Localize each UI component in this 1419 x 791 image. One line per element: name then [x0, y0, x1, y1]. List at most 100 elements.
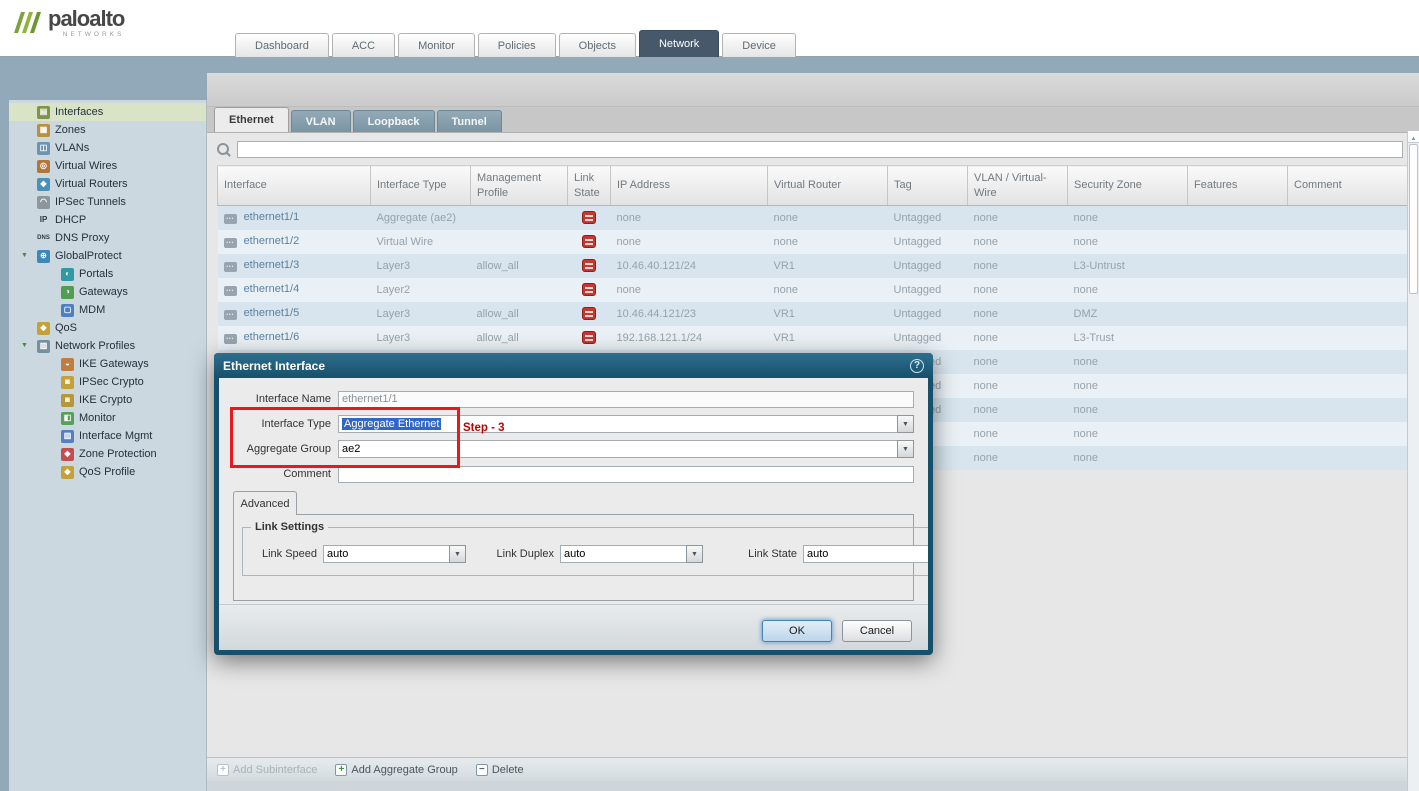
cancel-button[interactable]: Cancel [842, 620, 912, 642]
table-action-button[interactable]: + Add Aggregate Group [335, 764, 457, 776]
sidebar-item[interactable]: ▼ ◫ VLANs [9, 139, 206, 157]
table-row[interactable]: ethernet1/6 Layer3 allow_all 192.168.121… [218, 326, 1408, 350]
sidebar-item[interactable]: ▼ ▤ Interfaces [9, 103, 206, 121]
cell-comment [1288, 326, 1408, 350]
column-header[interactable]: Tag [888, 166, 968, 206]
interface-name-link[interactable]: ethernet1/6 [244, 331, 300, 343]
table-row[interactable]: ethernet1/3 Layer3 allow_all 10.46.40.12… [218, 254, 1408, 278]
interface-name-link[interactable]: ethernet1/2 [244, 235, 300, 247]
subtab[interactable]: Loopback [353, 110, 435, 132]
cell-vlan: none [968, 206, 1068, 230]
column-header[interactable]: IP Address [611, 166, 768, 206]
paloalto-logo[interactable]: paloalto NETWORKS [12, 8, 124, 38]
main-tab[interactable]: Monitor [398, 33, 475, 57]
column-header[interactable]: Interface Type [371, 166, 471, 206]
sidebar-item[interactable]: ▼ ⊕ GlobalProtect [9, 247, 206, 265]
sidebar-item[interactable]: ▼ ◈ Zone Protection [9, 445, 206, 463]
sidebar-item[interactable]: ▼ ◧ Monitor [9, 409, 206, 427]
link-down-icon[interactable] [582, 307, 596, 320]
link-speed-dropdown[interactable]: auto [323, 545, 466, 563]
cell-tag: Untagged [888, 206, 968, 230]
comment-label: Comment [219, 468, 331, 480]
sidebar-item[interactable]: ▼ ▢ MDM [9, 301, 206, 319]
sidebar-item[interactable]: ▼ DNS DNS Proxy [9, 229, 206, 247]
chevron-down-icon[interactable] [897, 415, 914, 433]
sidebar-item[interactable]: ▼ ◑ Gateways [9, 283, 206, 301]
scroll-up-arrow-icon[interactable] [1408, 131, 1419, 143]
table-row[interactable]: ethernet1/2 Virtual Wire none none Untag… [218, 230, 1408, 254]
sidebar-item[interactable]: ▼ ◐ Portals [9, 265, 206, 283]
brand-name: paloalto [48, 8, 124, 30]
column-header[interactable]: Interface [218, 166, 371, 206]
column-header[interactable]: Virtual Router [768, 166, 888, 206]
column-header[interactable]: Features [1188, 166, 1288, 206]
link-state-dropdown[interactable]: auto [803, 545, 928, 563]
link-down-icon[interactable] [582, 235, 596, 248]
chevron-down-icon[interactable] [686, 545, 703, 563]
interface-name-link[interactable]: ethernet1/5 [244, 307, 300, 319]
cell-vlan: none [968, 278, 1068, 302]
subtab[interactable]: Tunnel [437, 110, 502, 132]
search-input[interactable] [237, 141, 1403, 158]
interface-name-field[interactable] [338, 391, 914, 408]
main-tab[interactable]: Objects [559, 33, 636, 57]
monitor-icon: ◧ [61, 412, 74, 425]
vertical-scrollbar[interactable] [1407, 131, 1419, 791]
column-header[interactable]: Management Profile [471, 166, 568, 206]
sidebar-item[interactable]: ▼ ◒ IKE Gateways [9, 355, 206, 373]
column-header[interactable]: Security Zone [1068, 166, 1188, 206]
help-icon[interactable]: ? [910, 359, 924, 373]
aggregate-group-dropdown[interactable]: ae2 [338, 440, 914, 458]
main-tab[interactable]: Policies [478, 33, 556, 57]
sidebar-item[interactable]: ▼ ◙ IKE Crypto [9, 391, 206, 409]
link-duplex-dropdown[interactable]: auto [560, 545, 703, 563]
tab-advanced[interactable]: Advanced [233, 491, 297, 515]
interface-name-link[interactable]: ethernet1/4 [244, 283, 300, 295]
link-settings-legend: Link Settings [251, 521, 328, 533]
table-row[interactable]: ethernet1/5 Layer3 allow_all 10.46.44.12… [218, 302, 1408, 326]
expander-arrow-icon[interactable]: ▼ [21, 342, 28, 349]
sidebar-item[interactable]: ▼ ▦ Zones [9, 121, 206, 139]
link-down-icon[interactable] [582, 283, 596, 296]
sidebar-item[interactable]: ▼ ▥ Interface Mgmt [9, 427, 206, 445]
main-tab[interactable]: Dashboard [235, 33, 329, 57]
table-row[interactable]: ethernet1/4 Layer2 none none Untagged no… [218, 278, 1408, 302]
sidebar-item[interactable]: ▼ ◆ QoS Profile [9, 463, 206, 481]
dialog-title-bar[interactable]: Ethernet Interface ? [214, 353, 933, 378]
sidebar-item[interactable]: ▼ ◎ Virtual Wires [9, 157, 206, 175]
table-row[interactable]: ethernet1/1 Aggregate (ae2) none none Un… [218, 206, 1408, 230]
interface-name-link[interactable]: ethernet1/3 [244, 259, 300, 271]
table-action-button[interactable]: + Add Subinterface [217, 764, 317, 776]
ok-button[interactable]: OK [762, 620, 832, 642]
link-down-icon[interactable] [582, 211, 596, 224]
column-header[interactable]: VLAN / Virtual-Wire [968, 166, 1068, 206]
cell-comment [1288, 206, 1408, 230]
sidebar-item[interactable]: ▼ ◆ QoS [9, 319, 206, 337]
chevron-down-icon[interactable] [449, 545, 466, 563]
interface-type-dropdown[interactable]: Aggregate Ethernet [338, 415, 914, 433]
main-tab[interactable]: Device [722, 33, 796, 57]
filter-bar [207, 133, 1419, 165]
chevron-down-icon[interactable] [897, 440, 914, 458]
sidebar-item[interactable]: ▼ ◠ IPSec Tunnels [9, 193, 206, 211]
expander-arrow-icon[interactable]: ▼ [21, 252, 28, 259]
column-header[interactable]: Comment [1288, 166, 1408, 206]
sidebar-item[interactable]: ▼ ▨ Network Profiles [9, 337, 206, 355]
sidebar-item[interactable]: ▼ ◆ Virtual Routers [9, 175, 206, 193]
table-action-button[interactable]: − Delete [476, 764, 524, 776]
link-down-icon[interactable] [582, 259, 596, 272]
cell-interface-type: Layer3 [371, 254, 471, 278]
sidebar-item[interactable]: ▼ ◙ IPSec Crypto [9, 373, 206, 391]
subtab[interactable]: VLAN [291, 110, 351, 132]
scrollbar-thumb[interactable] [1409, 144, 1418, 294]
table-action-bar: + Add Subinterface + Add Aggregate Group… [207, 757, 1407, 781]
sidebar-item[interactable]: ▼ IP DHCP [9, 211, 206, 229]
main-tab[interactable]: ACC [332, 33, 395, 57]
subtab[interactable]: Ethernet [214, 107, 289, 132]
link-down-icon[interactable] [582, 331, 596, 344]
column-header[interactable]: Link State [568, 166, 611, 206]
comment-field[interactable] [338, 466, 914, 483]
main-tab[interactable]: Network [639, 30, 719, 57]
interface-name-link[interactable]: ethernet1/1 [244, 211, 300, 223]
cell-interface: ethernet1/6 [218, 326, 371, 350]
